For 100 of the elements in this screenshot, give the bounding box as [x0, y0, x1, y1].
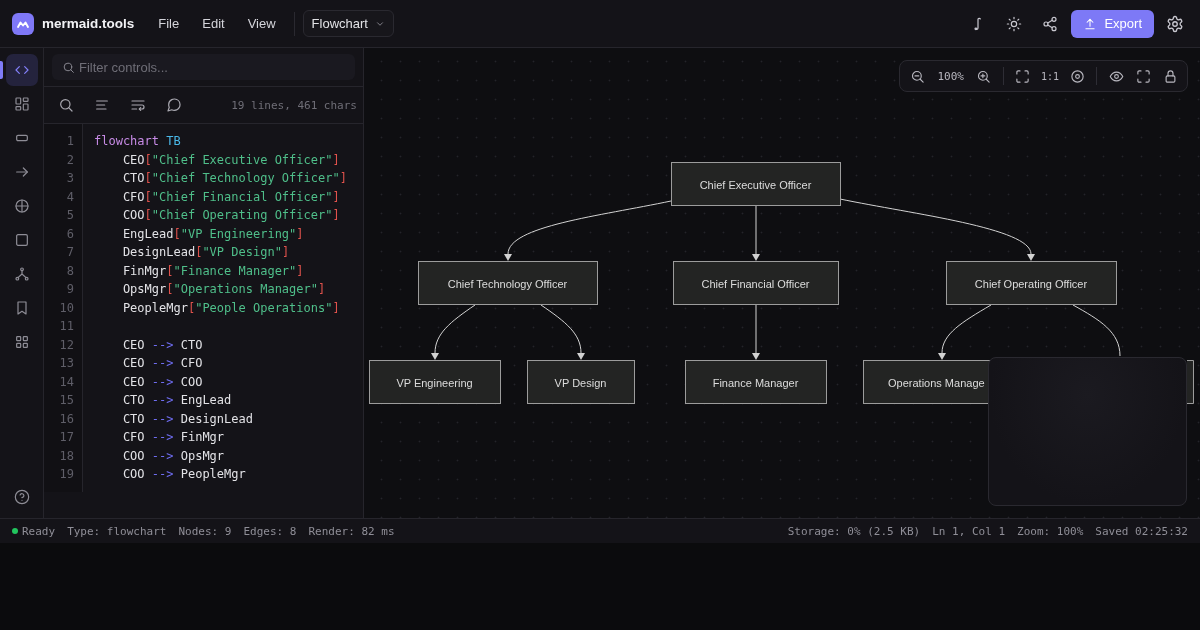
status-item: Ready	[22, 524, 56, 538]
edge-arrow	[752, 205, 760, 261]
node-label: Finance Manager	[712, 376, 799, 389]
line-number: 18	[58, 447, 74, 465]
arrow-right-icon	[13, 164, 30, 180]
edge-arrow	[431, 304, 476, 360]
line-number: 13	[58, 355, 74, 372]
square-icon	[13, 232, 30, 248]
edge-arrow	[938, 304, 992, 360]
line-number: 9	[65, 281, 74, 298]
sun-icon	[1006, 15, 1023, 32]
status-item: Storage: 0% (2.5 KB)	[787, 524, 921, 538]
code-line: CTO["Chief Technology Officer"]	[121, 170, 347, 187]
node-label: Chief Operating Officer	[974, 277, 1088, 290]
code-line: FinMgr["Finance Manager"]	[121, 262, 305, 280]
search-icon	[62, 61, 75, 74]
frame-corners-icon	[1015, 68, 1031, 84]
menu-item[interactable]: File	[148, 10, 190, 37]
line-number: 5	[65, 207, 74, 224]
flowchart-node[interactable]	[685, 360, 827, 404]
editor-stats: 19 lines, 461 chars	[231, 98, 357, 112]
line-number: 7	[65, 244, 74, 261]
flowchart-node[interactable]	[671, 162, 841, 206]
flowchart-node[interactable]	[946, 261, 1117, 305]
align-left-icon	[94, 97, 110, 113]
line-number: 17	[58, 429, 74, 446]
line-number: 3	[65, 170, 74, 187]
status-item: Edges: 8	[243, 524, 297, 538]
status-item: Type: flowchart	[67, 524, 167, 538]
circle-plus-icon	[13, 198, 30, 214]
eye-icon	[1108, 68, 1124, 84]
code-line: CEO --> CTO	[121, 336, 204, 354]
code-line: CEO --> COO	[121, 373, 204, 391]
export-button[interactable]: Export	[1071, 9, 1154, 38]
menu-item[interactable]: View	[237, 10, 286, 37]
selection-indicator	[0, 61, 3, 79]
settings-icon	[1166, 14, 1184, 33]
code-line: DesignLead["VP Design"]	[121, 244, 291, 261]
lock-icon	[1162, 68, 1178, 84]
line-number: 19	[58, 466, 74, 483]
line-number: 10	[58, 299, 74, 317]
code-line: COO --> PeopleMgr	[121, 466, 247, 483]
status-dot-icon	[12, 528, 18, 534]
node-label: Chief Financial Officer	[701, 277, 810, 290]
line-number: 8	[65, 262, 74, 280]
node-label: Operations Manage	[888, 376, 985, 389]
wrap-text-icon	[130, 97, 146, 113]
edge-arrow	[752, 304, 760, 360]
dashboard-icon	[13, 96, 30, 112]
app-title: mermaid.tools	[42, 16, 135, 31]
code-line: PeopleMgr["People Operations"]	[121, 299, 341, 317]
upload-icon	[1083, 16, 1098, 31]
fullscreen-icon	[1135, 68, 1151, 84]
filter-field[interactable]: Filter controls...	[52, 54, 355, 80]
speech-bubble-icon	[166, 97, 182, 113]
flowchart-node[interactable]	[673, 261, 839, 305]
code-line: CFO --> FinMgr	[121, 429, 226, 446]
status-item: Render: 82 ms	[308, 524, 395, 538]
node-label: VP Design	[554, 376, 607, 389]
line-number: 11	[58, 318, 74, 335]
status-item: Nodes: 9	[178, 524, 232, 538]
status-item: Zoom: 100%	[1017, 524, 1084, 538]
code-line: flowchart TB	[94, 133, 182, 150]
line-number: 12	[58, 336, 74, 354]
flowchart-node[interactable]	[369, 360, 501, 404]
code-line: CFO["Chief Financial Officer"]	[121, 188, 341, 206]
node-label: Chief Technology Officer	[447, 277, 568, 290]
line-number: 6	[65, 225, 74, 243]
code-line: CEO["Chief Executive Officer"]	[121, 151, 341, 169]
flowchart-node[interactable]	[1187, 360, 1194, 404]
node-label: VP Engineering	[396, 376, 473, 389]
code-line: EngLead["VP Engineering"]	[121, 225, 305, 243]
line-number: 2	[65, 151, 74, 169]
code-line: CTO --> EngLead	[121, 392, 233, 409]
code-line: OpsMgr["Operations Manager"]	[121, 281, 327, 298]
help-icon	[13, 489, 30, 505]
line-number: 4	[65, 188, 74, 206]
line-number: 15	[58, 392, 74, 409]
edge-line	[1072, 304, 1121, 357]
actual-size-button[interactable]: 1:1	[1037, 64, 1062, 88]
grid-icon	[13, 334, 30, 350]
fork-icon	[13, 266, 30, 282]
edge-arrow	[540, 304, 585, 360]
menu-item[interactable]: Edit	[192, 10, 235, 37]
flowchart-node[interactable]	[418, 261, 598, 305]
logo-icon	[12, 12, 34, 35]
status-item: Saved 02:25:32	[1095, 524, 1188, 538]
share-icon	[1042, 15, 1059, 32]
flowchart-node[interactable]	[527, 360, 635, 404]
status-item: Ln 1, Col 1	[932, 524, 1006, 538]
code-line: COO["Chief Operating Officer"]	[121, 207, 341, 224]
code-line: COO --> OpsMgr	[121, 447, 226, 465]
line-number: 1	[65, 133, 74, 150]
zoom-out-icon	[909, 68, 925, 84]
zoom-in-icon	[976, 68, 992, 84]
diagram-type-dropdown[interactable]: Flowchart	[302, 10, 394, 37]
line-number: 14	[58, 373, 74, 391]
code-line: CTO --> DesignLead	[121, 410, 254, 428]
line-number: 16	[58, 410, 74, 428]
zoom-level-button[interactable]: 100%	[932, 64, 969, 88]
